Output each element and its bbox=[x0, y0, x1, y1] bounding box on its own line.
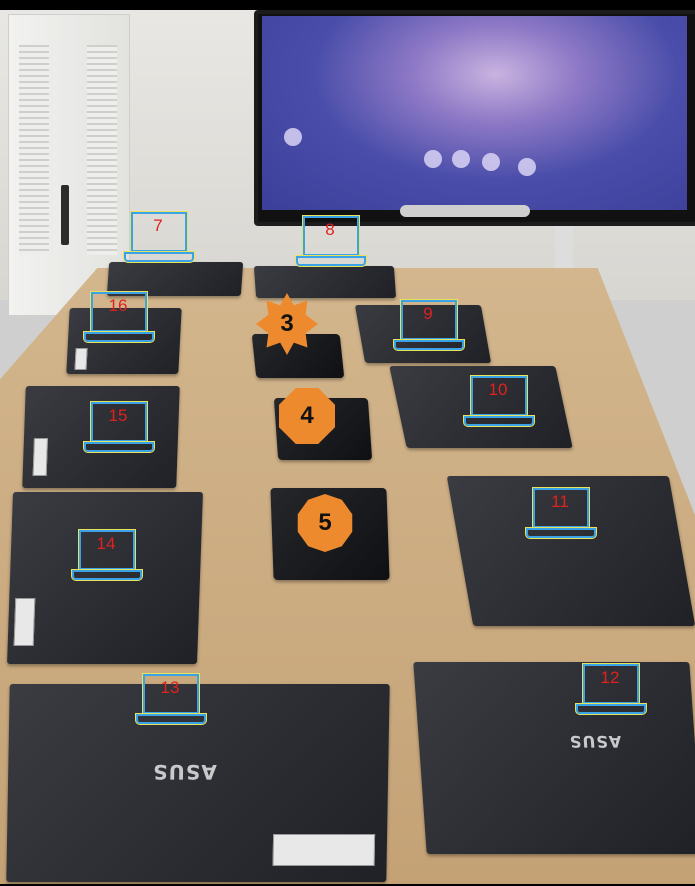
asset-sticker bbox=[13, 598, 36, 646]
laptop-marker-13: 13 bbox=[135, 672, 207, 730]
laptop-marker-8: 8 bbox=[295, 214, 367, 272]
display-wallpaper bbox=[262, 16, 687, 210]
laptop-marker-14: 14 bbox=[71, 528, 143, 586]
asset-sticker bbox=[32, 438, 48, 476]
laptop-marker-7: 7 bbox=[123, 210, 195, 268]
asset-sticker bbox=[74, 348, 88, 370]
cabinet-vent-left bbox=[19, 45, 49, 255]
display-icon bbox=[284, 128, 302, 146]
laptop-marker-16: 16 bbox=[83, 290, 155, 348]
laptop-marker-15: 15 bbox=[83, 400, 155, 458]
display-icon bbox=[518, 158, 536, 176]
image-border bbox=[0, 0, 695, 10]
laptop-marker-9: 9 bbox=[393, 298, 465, 356]
display-icon bbox=[424, 150, 442, 168]
classroom-photo: ASUS ASUS 7 8 9 10 11 12 13 14 15 16 3 4… bbox=[0, 0, 695, 886]
laptop-marker-12: 12 bbox=[575, 662, 647, 720]
laptop-marker-10: 10 bbox=[463, 374, 535, 432]
soundbar bbox=[400, 205, 530, 217]
display-icon bbox=[452, 150, 470, 168]
laptop-marker-11: 11 bbox=[525, 486, 597, 544]
asus-logo: ASUS bbox=[151, 760, 217, 784]
laptop-12: ASUS bbox=[413, 662, 695, 854]
asus-logo: ASUS bbox=[568, 732, 622, 751]
display-icon bbox=[482, 153, 500, 171]
cabinet-handle bbox=[61, 185, 69, 245]
asset-label bbox=[272, 834, 376, 866]
cabinet-vent-right bbox=[87, 45, 117, 255]
